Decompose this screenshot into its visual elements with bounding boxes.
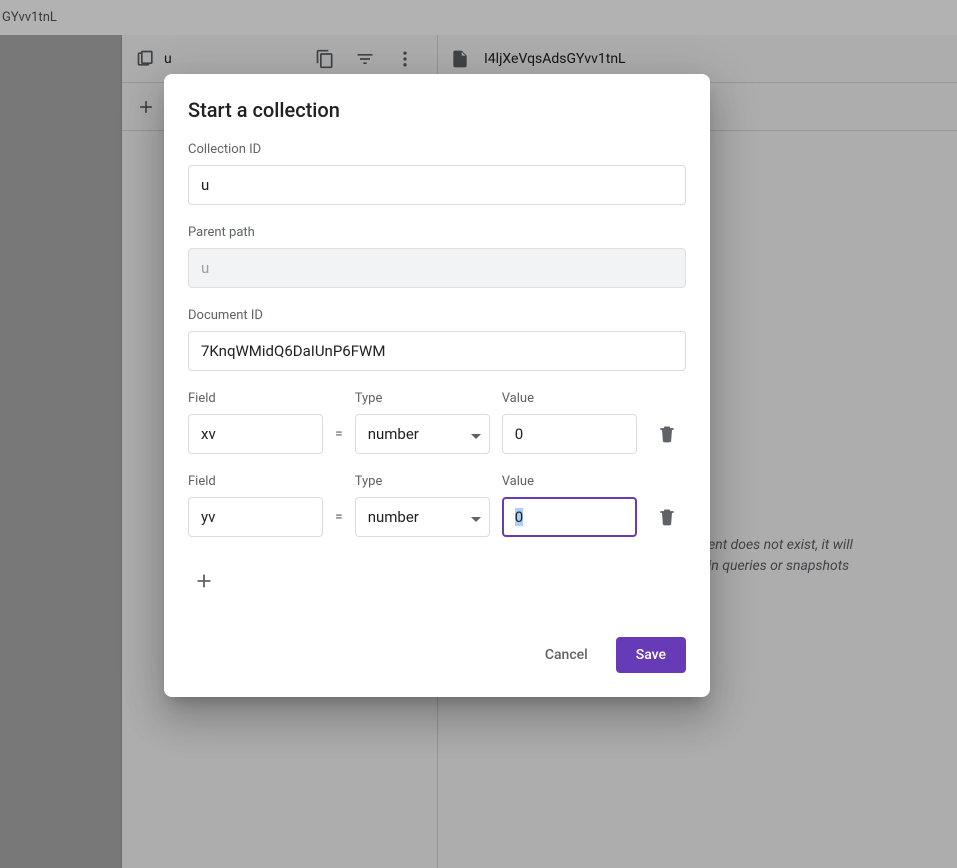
breadcrumb-tail: GYvv1tnL <box>2 10 57 25</box>
field-label: Field <box>188 474 323 489</box>
collection-id-label: Collection ID <box>188 142 686 157</box>
parent-path-label: Parent path <box>188 225 686 240</box>
field-value-input[interactable] <box>502 414 637 454</box>
field-row: Field = Type number Value <box>188 391 686 454</box>
field-value-input[interactable]: 0 <box>502 497 637 537</box>
equals-sign: = <box>335 414 343 454</box>
start-collection-dialog: Start a collection Collection ID Parent … <box>164 74 710 697</box>
chevron-down-icon <box>471 425 481 443</box>
type-label: Type <box>355 474 490 489</box>
field-row: Field = Type number Value 0 <box>188 474 686 537</box>
value-label: Value <box>502 474 637 489</box>
field-name-input[interactable] <box>188 497 323 537</box>
field-type-select[interactable]: number <box>355 414 490 454</box>
delete-field-button[interactable] <box>649 497 685 537</box>
cancel-button[interactable]: Cancel <box>525 637 608 673</box>
type-label: Type <box>355 391 490 406</box>
document-id-input[interactable] <box>188 331 686 371</box>
collection-id-input[interactable] <box>188 165 686 205</box>
field-name-input[interactable] <box>188 414 323 454</box>
field-label: Field <box>188 391 323 406</box>
add-field-button[interactable] <box>184 561 224 601</box>
equals-sign: = <box>335 497 343 537</box>
save-button[interactable]: Save <box>616 637 686 673</box>
document-id-label: Document ID <box>188 308 686 323</box>
field-type-select[interactable]: number <box>355 497 490 537</box>
parent-path-input <box>188 248 686 288</box>
dialog-title: Start a collection <box>188 98 686 122</box>
chevron-down-icon <box>471 508 481 526</box>
delete-field-button[interactable] <box>649 414 685 454</box>
value-label: Value <box>502 391 637 406</box>
